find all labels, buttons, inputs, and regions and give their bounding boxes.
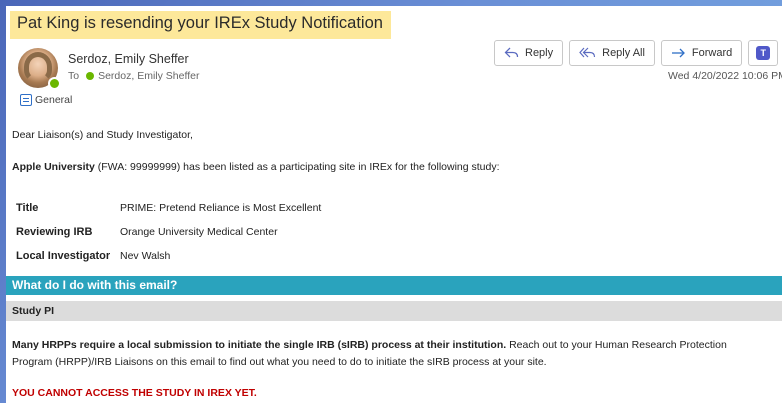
reply-all-label: Reply All <box>602 47 645 59</box>
forward-icon <box>671 48 685 58</box>
teams-button[interactable]: T <box>748 40 779 66</box>
reply-icon <box>504 47 519 58</box>
sender-name[interactable]: Serdoz, Emily Sheffer <box>68 52 189 66</box>
access-warning: YOU CANNOT ACCESS THE STUDY IN IREX YET. <box>12 387 257 399</box>
intro-rest: (FWA: 99999999) has been listed as a par… <box>94 161 500 173</box>
info-row-local-investigator: Local Investigator Nev Walsh <box>16 244 321 268</box>
reply-all-button[interactable]: Reply All <box>569 40 655 66</box>
reply-label: Reply <box>525 47 554 59</box>
to-recipient[interactable]: Serdoz, Emily Sheffer <box>98 70 199 82</box>
info-value: Nev Walsh <box>120 250 171 262</box>
sender-avatar[interactable] <box>18 48 61 90</box>
forward-label: Forward <box>691 47 733 59</box>
study-info-table: Title PRIME: Pretend Reliance is Most Ex… <box>16 196 321 268</box>
instructions-line-2: Program (HRPP)/IRB Liaisons on this emai… <box>12 356 547 368</box>
category-tag[interactable]: General <box>20 94 72 106</box>
email-window: Pat King is resending your IREx Study No… <box>6 6 782 403</box>
forward-button[interactable]: Forward <box>660 40 743 66</box>
info-value: PRIME: Pretend Reliance is Most Excellen… <box>120 202 322 214</box>
to-line: To Serdoz, Emily Sheffer <box>68 70 199 82</box>
info-row-title: Title PRIME: Pretend Reliance is Most Ex… <box>16 196 321 220</box>
teams-icon: T <box>756 46 771 60</box>
subsection-heading: Study PI <box>6 301 782 321</box>
info-key: Local Investigator <box>16 250 111 262</box>
institution-name: Apple University <box>12 161 95 173</box>
info-row-reviewing-irb: Reviewing IRB Orange University Medical … <box>16 220 321 244</box>
info-key: Title <box>16 202 39 214</box>
info-value: Orange University Medical Center <box>120 226 278 238</box>
reply-all-icon <box>579 47 596 58</box>
presence-icon <box>48 77 61 90</box>
message-actions: Reply Reply All Forward T ··· <box>494 40 782 66</box>
tag-label: General <box>35 94 73 106</box>
recipient-presence-icon <box>86 72 95 80</box>
section-heading: What do I do with this email? <box>6 276 782 295</box>
info-key: Reviewing IRB <box>16 226 93 238</box>
greeting: Dear Liaison(s) and Study Investigator, <box>12 129 193 141</box>
instructions-line-1: Many HRPPs require a local submission to… <box>12 339 727 351</box>
to-label: To <box>68 70 80 82</box>
email-subject: Pat King is resending your IREx Study No… <box>10 11 391 39</box>
avatar-hair <box>24 52 52 82</box>
instructions-rest: Reach out to your Human Research Protect… <box>506 339 727 351</box>
tag-icon <box>20 94 32 106</box>
intro-paragraph: Apple University (FWA: 99999999) has bee… <box>12 161 500 173</box>
sent-date: Wed 4/20/2022 10:06 PM <box>668 70 782 82</box>
reply-button[interactable]: Reply <box>494 40 564 66</box>
instructions-bold: Many HRPPs require a local submission to… <box>12 339 507 351</box>
